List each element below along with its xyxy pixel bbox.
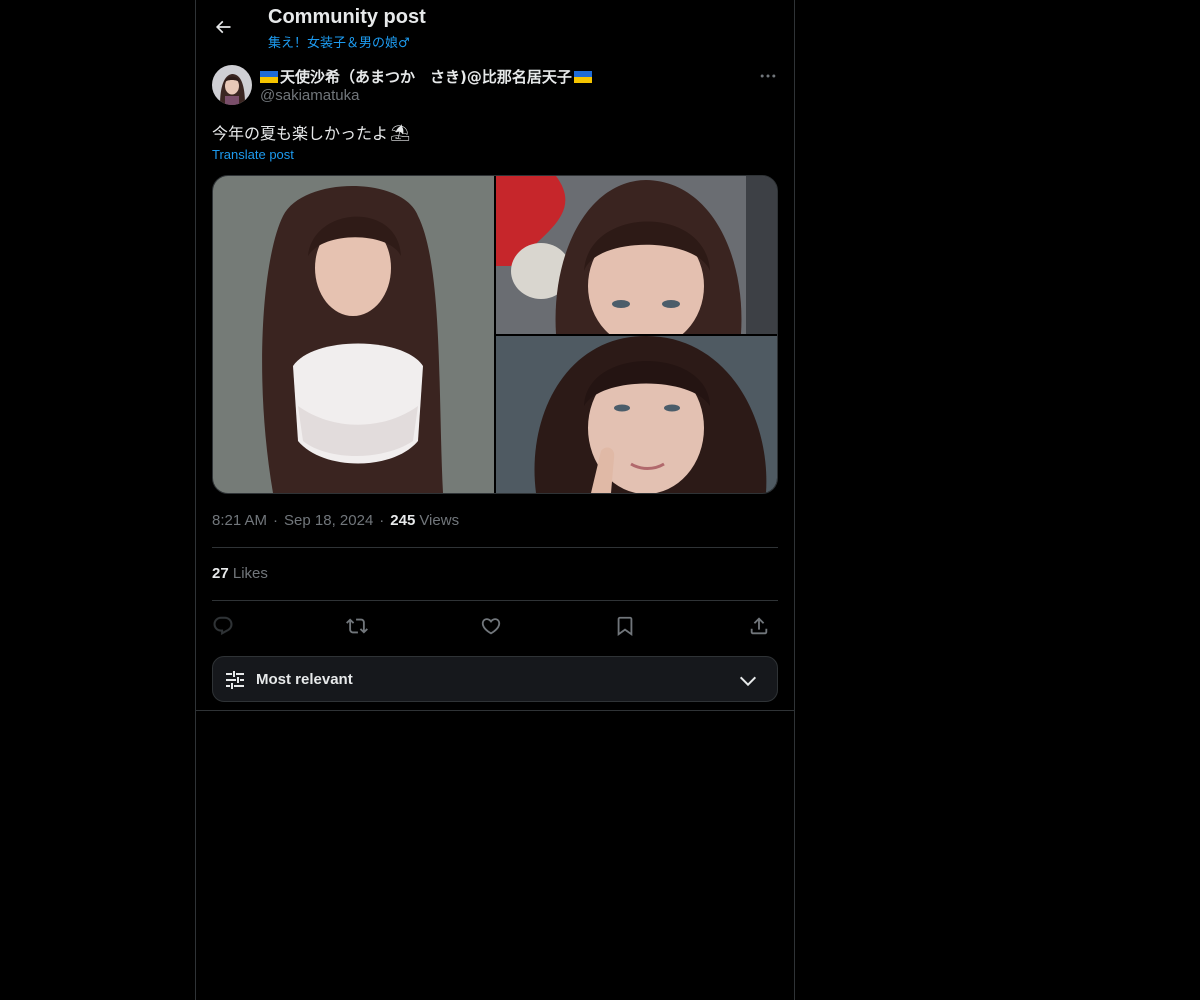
views-count: 245 xyxy=(390,512,416,529)
photo-image xyxy=(496,176,777,334)
chevron-down-icon xyxy=(739,676,757,687)
reply-icon xyxy=(213,616,233,636)
beach-umbrella-emoji: ⛱ xyxy=(390,122,411,142)
meta-separator: · xyxy=(273,512,279,529)
reply-button[interactable] xyxy=(209,612,237,640)
section-divider xyxy=(196,710,794,711)
post-column: Community post 集え！女装子＆男の娘♂ 天使沙希（あまつか さき)… xyxy=(195,0,795,1000)
share-icon xyxy=(750,617,768,635)
media-grid xyxy=(212,175,778,494)
author-handle[interactable]: @sakiamatuka xyxy=(260,87,359,104)
bookmark-icon xyxy=(617,616,633,637)
views-label: Views xyxy=(419,512,460,529)
author-name-text: 天使沙希（あまつか さき)@比那名居天子 xyxy=(280,68,572,86)
post-date[interactable]: Sep 18, 2024 xyxy=(284,512,373,529)
ukraine-flag-icon xyxy=(260,70,278,83)
page-title: Community post xyxy=(268,6,426,28)
meta-separator: · xyxy=(379,512,385,529)
likes-count: 27 xyxy=(212,565,229,582)
community-link[interactable]: 集え！女装子＆男の娘♂ xyxy=(268,32,410,51)
photo-image xyxy=(213,176,494,493)
likes-link[interactable]: 27 Likes xyxy=(212,565,268,582)
back-button[interactable] xyxy=(206,10,240,44)
arrow-left-icon xyxy=(215,20,231,34)
divider xyxy=(212,600,778,601)
repost-button[interactable] xyxy=(343,612,371,640)
photo-3[interactable] xyxy=(496,336,777,493)
photo-1[interactable] xyxy=(213,176,494,493)
share-button[interactable] xyxy=(745,612,773,640)
post-text-body: 今年の夏も楽しかったよ xyxy=(212,124,389,143)
repost-icon xyxy=(346,618,368,634)
avatar-image xyxy=(212,65,252,105)
action-bar xyxy=(212,612,778,640)
like-button[interactable] xyxy=(477,612,505,640)
translate-post-link[interactable]: Translate post xyxy=(212,147,294,162)
sliders-icon xyxy=(226,671,244,689)
bookmark-button[interactable] xyxy=(611,612,639,640)
likes-label: Likes xyxy=(232,565,268,582)
more-icon xyxy=(760,74,776,78)
post-meta: 8:21 AM · Sep 18, 2024 · 245 Views xyxy=(212,512,459,529)
photo-2[interactable] xyxy=(496,176,777,334)
more-options-button[interactable] xyxy=(756,64,780,88)
reply-sort-dropdown[interactable]: Most relevant xyxy=(212,656,778,702)
post-text: 今年の夏も楽しかったよ ⛱ xyxy=(212,120,410,144)
ukraine-flag-icon xyxy=(573,70,592,83)
divider xyxy=(212,547,778,548)
author-display-name[interactable]: 天使沙希（あまつか さき)@比那名居天子 xyxy=(260,66,592,87)
sort-label: Most relevant xyxy=(256,671,353,688)
photo-image xyxy=(496,336,777,493)
post-time[interactable]: 8:21 AM xyxy=(212,512,267,529)
page-header: Community post 集え！女装子＆男の娘♂ xyxy=(196,0,794,56)
heart-icon xyxy=(481,618,501,635)
avatar[interactable] xyxy=(212,65,252,105)
